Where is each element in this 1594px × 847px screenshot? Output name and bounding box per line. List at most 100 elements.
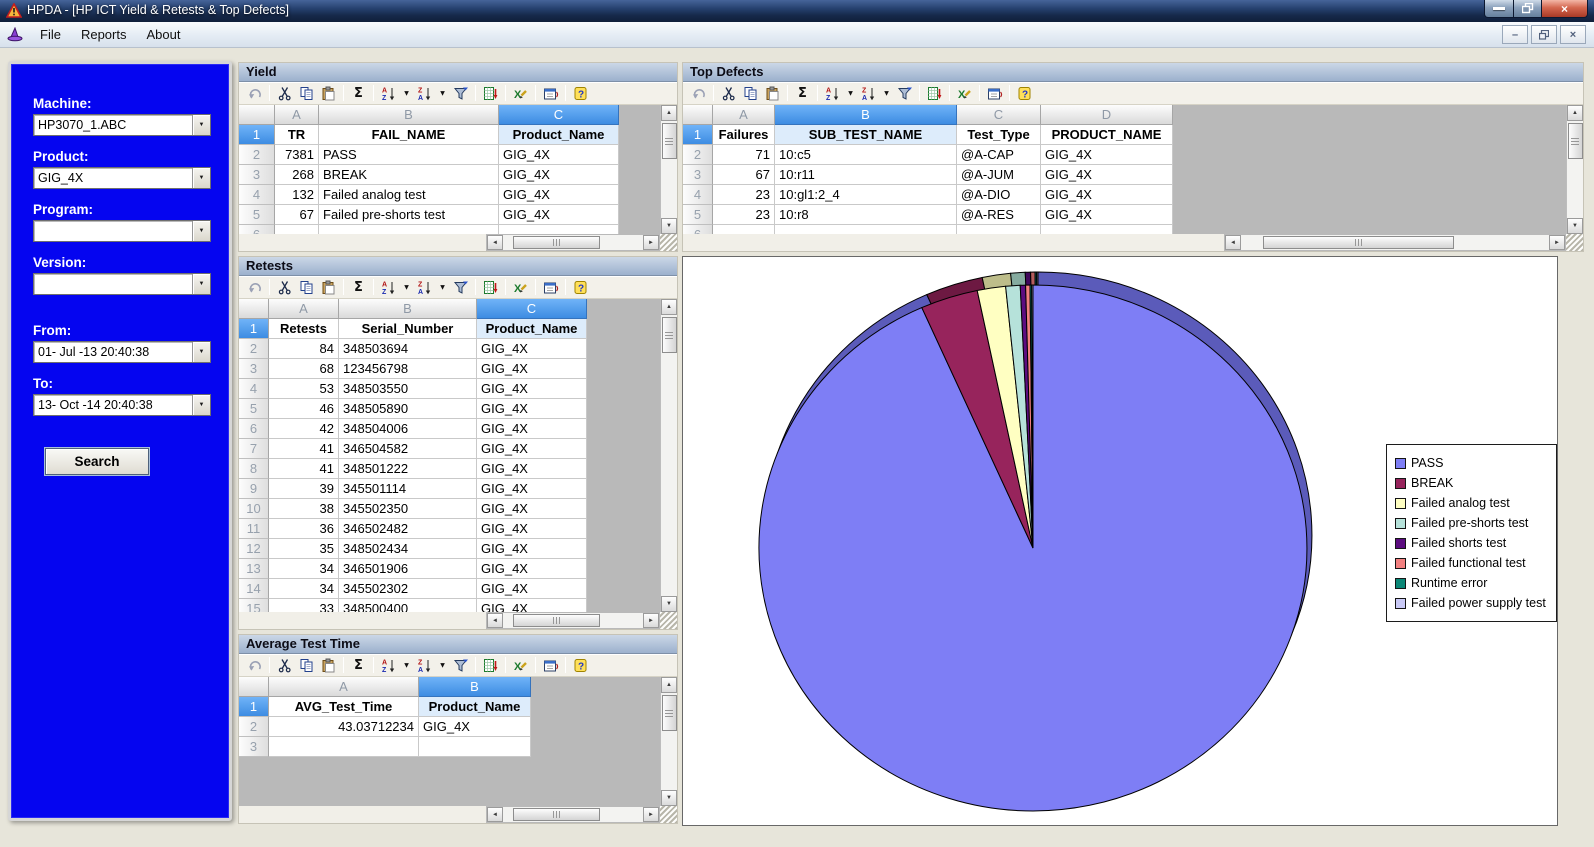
grid-cell[interactable]: GIG_4X <box>499 145 619 165</box>
grid-cell[interactable]: 348503550 <box>339 379 477 399</box>
paste-icon[interactable] <box>762 84 783 103</box>
resize-gripper[interactable] <box>660 612 677 629</box>
grid-cell[interactable]: GIG_4X <box>477 399 587 419</box>
undo-icon[interactable] <box>244 84 265 103</box>
grid-cell[interactable]: GIG_4X <box>1041 185 1173 205</box>
horizontal-scrollbar[interactable]: ◄ ► <box>486 612 660 629</box>
header-cell[interactable]: Test_Type <box>957 125 1041 145</box>
horizontal-scrollbar[interactable]: ◄ ► <box>486 806 660 823</box>
row-header[interactable]: 7 <box>239 439 269 459</box>
export-edit-icon[interactable]: X <box>510 84 531 103</box>
grid-cell[interactable]: GIG_4X <box>477 499 587 519</box>
row-header[interactable]: 2 <box>239 145 275 165</box>
row-header[interactable]: 2 <box>683 145 713 165</box>
caret-icon[interactable]: ▼ <box>880 84 893 103</box>
column-header-c[interactable]: C <box>499 105 619 125</box>
help-icon[interactable]: ? <box>570 84 591 103</box>
grid-cell[interactable]: GIG_4X <box>499 185 619 205</box>
scroll-thumb[interactable] <box>661 123 677 159</box>
to-combobox[interactable]: 13- Oct -14 20:40:38 ▼ <box>33 394 211 416</box>
row-header[interactable]: 3 <box>239 359 269 379</box>
grid-cell[interactable]: 34 <box>269 559 339 579</box>
row-header[interactable]: 5 <box>239 399 269 419</box>
cut-icon[interactable] <box>274 656 295 675</box>
chevron-down-icon[interactable]: ▼ <box>192 395 210 415</box>
grid-cell[interactable]: 346501906 <box>339 559 477 579</box>
maximize-button[interactable] <box>1514 0 1542 18</box>
grid-cell[interactable]: GIG_4X <box>477 419 587 439</box>
filter-icon[interactable] <box>894 84 915 103</box>
export-edit-icon[interactable]: X <box>954 84 975 103</box>
mdi-close-button[interactable]: × <box>1560 25 1586 44</box>
help-icon[interactable]: ? <box>1014 84 1035 103</box>
caret-icon[interactable]: ▼ <box>436 656 449 675</box>
export-edit-icon[interactable]: X <box>510 278 531 297</box>
row-header[interactable]: 3 <box>683 165 713 185</box>
mdi-minimize-button[interactable]: – <box>1502 25 1528 44</box>
row-header[interactable]: 1 <box>239 319 269 339</box>
sort-za-icon[interactable]: ZA <box>414 84 435 103</box>
report-icon[interactable] <box>540 278 561 297</box>
scroll-right-arrow[interactable]: ► <box>643 235 659 250</box>
sum-icon[interactable]: Σ <box>348 278 369 297</box>
grid-cell[interactable]: GIG_4X <box>477 379 587 399</box>
column-header-b[interactable]: B <box>319 105 499 125</box>
grid-cell[interactable]: GIG_4X <box>1041 205 1173 225</box>
sum-icon[interactable]: Σ <box>792 84 813 103</box>
chevron-down-icon[interactable]: ▼ <box>192 168 210 188</box>
grid-cell[interactable]: Failed pre-shorts test <box>319 205 499 225</box>
grid-cell[interactable]: @A-DIO <box>957 185 1041 205</box>
grid-cell[interactable]: 53 <box>269 379 339 399</box>
row-header[interactable]: 2 <box>239 339 269 359</box>
scroll-thumb[interactable] <box>661 695 677 731</box>
filter-icon[interactable] <box>450 656 471 675</box>
undo-icon[interactable] <box>688 84 709 103</box>
grid-cell[interactable]: @A-CAP <box>957 145 1041 165</box>
scroll-down-arrow[interactable]: ▼ <box>1567 218 1583 234</box>
filter-icon[interactable] <box>450 278 471 297</box>
scroll-thumb[interactable] <box>512 808 600 821</box>
grid-cell[interactable]: GIG_4X <box>477 599 587 612</box>
row-header[interactable]: 1 <box>683 125 713 145</box>
paste-icon[interactable] <box>318 84 339 103</box>
resize-gripper[interactable] <box>660 234 677 251</box>
grid-cell[interactable]: PASS <box>319 145 499 165</box>
row-header[interactable]: 6 <box>683 225 713 234</box>
scroll-left-arrow[interactable]: ◄ <box>487 613 503 628</box>
header-cell[interactable]: TR <box>275 125 319 145</box>
column-header-b[interactable]: B <box>775 105 957 125</box>
mdi-restore-button[interactable] <box>1531 25 1557 44</box>
header-cell[interactable]: Product_Name <box>499 125 619 145</box>
grid-cell[interactable]: 10:c5 <box>775 145 957 165</box>
grid-cell[interactable]: 268 <box>275 165 319 185</box>
grid-cell[interactable]: GIG_4X <box>477 559 587 579</box>
export-edit-icon[interactable]: X <box>510 656 531 675</box>
horizontal-scrollbar[interactable]: ◄ ► <box>1224 234 1566 251</box>
menu-item-about[interactable]: About <box>136 24 190 45</box>
cut-icon[interactable] <box>274 278 295 297</box>
grid-cell[interactable]: GIG_4X <box>419 717 531 737</box>
column-header-b[interactable]: B <box>419 677 531 697</box>
copy-icon[interactable] <box>740 84 761 103</box>
scroll-left-arrow[interactable]: ◄ <box>487 235 503 250</box>
column-header-c[interactable]: C <box>477 299 587 319</box>
row-header[interactable]: 4 <box>239 185 275 205</box>
minimize-button[interactable] <box>1484 0 1514 18</box>
grid-cell[interactable]: 42 <box>269 419 339 439</box>
scroll-left-arrow[interactable]: ◄ <box>1225 235 1241 250</box>
scroll-thumb[interactable] <box>1262 236 1454 249</box>
machine-combobox[interactable]: HP3070_1.ABC ▼ <box>33 114 211 136</box>
paste-icon[interactable] <box>318 278 339 297</box>
grid-cell[interactable]: 38 <box>269 499 339 519</box>
scroll-right-arrow[interactable]: ► <box>643 807 659 822</box>
sort-az-icon[interactable]: AZ <box>822 84 843 103</box>
grid-cell[interactable]: GIG_4X <box>477 359 587 379</box>
grid-cell[interactable]: Failed analog test <box>319 185 499 205</box>
grid-cell[interactable]: GIG_4X <box>477 539 587 559</box>
grid-cell[interactable]: 348500400 <box>339 599 477 612</box>
grid-cell[interactable]: GIG_4X <box>499 165 619 185</box>
program-combobox[interactable]: ▼ <box>33 220 211 242</box>
row-header[interactable]: 3 <box>239 165 275 185</box>
copy-icon[interactable] <box>296 84 317 103</box>
grid-corner[interactable] <box>239 677 269 697</box>
